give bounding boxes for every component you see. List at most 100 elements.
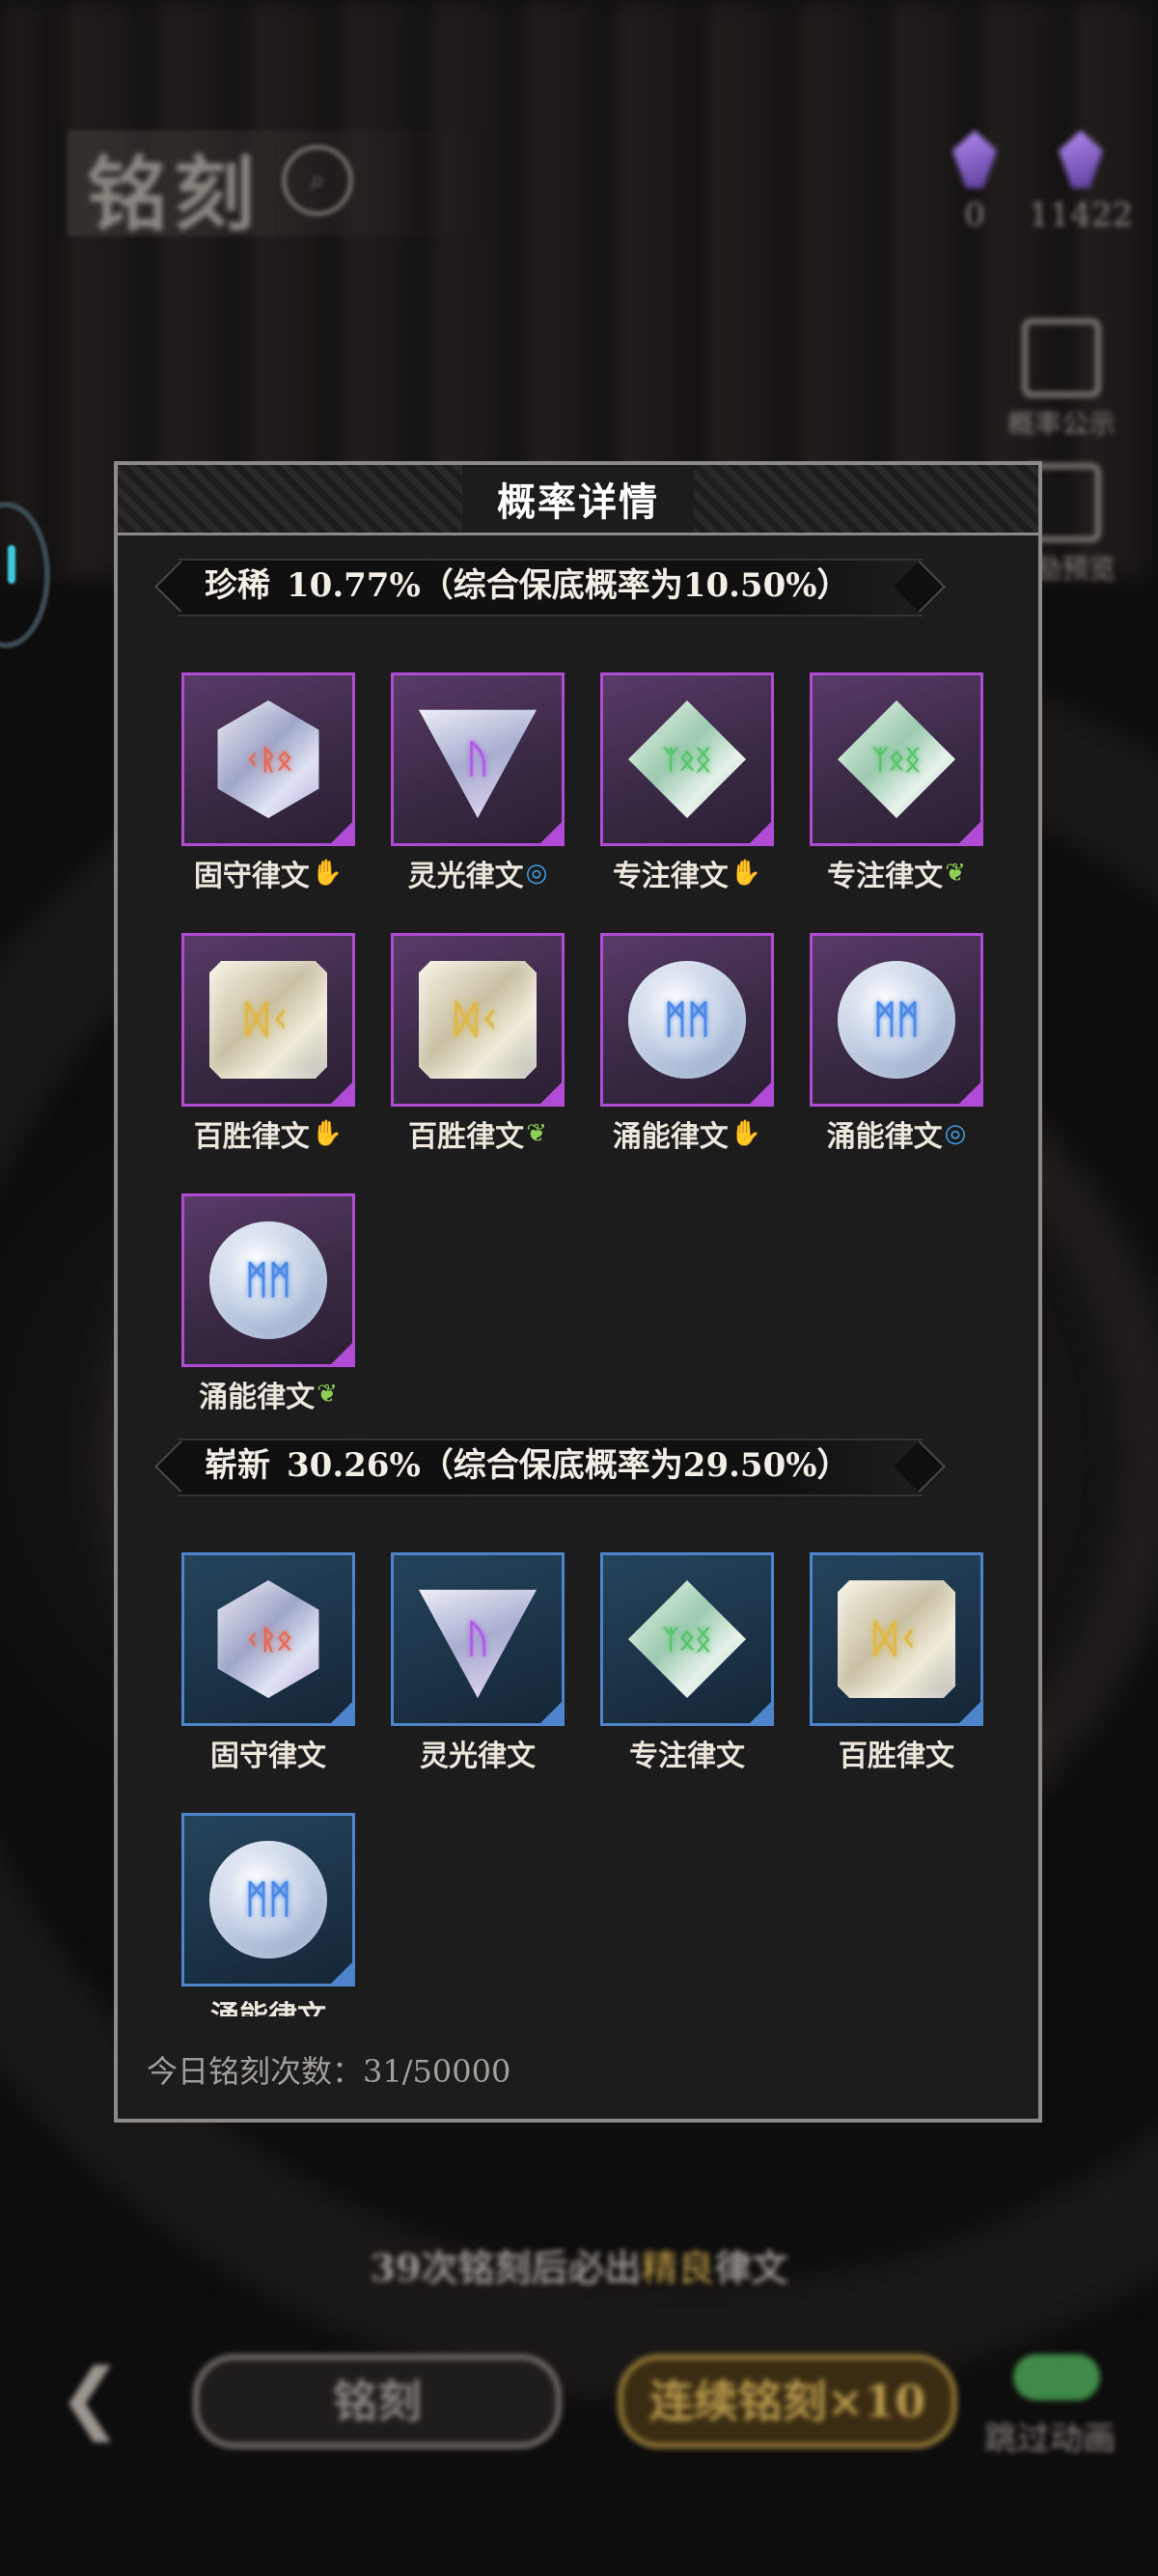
probability-board-icon xyxy=(1022,318,1101,397)
probability-board-button[interactable]: 概率公示 xyxy=(999,318,1124,442)
daily-engrave-count: 今日铭刻次数：31/50000 xyxy=(147,2047,510,2092)
rune-label: 百胜律文 ❦ xyxy=(391,1112,565,1155)
rune-tile: ᛉᛟᛝ xyxy=(600,1552,774,1726)
rune-diamond-gem-icon: ᛉᛟᛝ xyxy=(628,700,746,818)
rune-card[interactable]: ᛗᛗ 涌能律文 ❦ xyxy=(181,1193,355,1415)
rune-glyph: ᛉᛟᛝ xyxy=(871,743,922,776)
rune-card[interactable]: ᛉᛟᛝ 专注律文 ❦ xyxy=(810,672,983,894)
rune-name: 涌能律文 xyxy=(199,1381,316,1414)
rune-glyph: ᛉᛟᛝ xyxy=(662,1623,712,1656)
fire-attribute-icon: ✋ xyxy=(311,1119,344,1148)
rune-card[interactable]: ᚲᚱᛟ 固守律文 xyxy=(181,1552,355,1774)
rune-label: 百胜律文 xyxy=(810,1732,983,1774)
rune-tile: ᛗᛗ xyxy=(810,933,983,1107)
rune-name: 百胜律文 xyxy=(408,1120,525,1154)
rune-circle-gem-icon: ᛗᛗ xyxy=(209,1841,327,1959)
rarity-name: 崭新 xyxy=(205,1446,270,1485)
rune-label: 专注律文 ❦ xyxy=(810,852,983,894)
rune-circle-gem-icon: ᛗᛗ xyxy=(628,961,746,1079)
rarity-name: 珍稀 xyxy=(205,566,270,605)
rarity-rate: 30.26% xyxy=(287,1446,421,1485)
rune-circle-gem-icon: ᛗᛗ xyxy=(838,961,955,1079)
skip-animation-toggle[interactable] xyxy=(1013,2354,1100,2400)
page-title: 铭刻 xyxy=(87,147,262,242)
rune-tile: ᚲᚱᛟ xyxy=(181,1552,355,1726)
rune-name: 专注律文 xyxy=(827,860,944,893)
rune-tile: ᛉᛟᛝ xyxy=(600,672,774,846)
rune-card[interactable]: ᛉᛟᛝ 专注律文 ✋ xyxy=(600,672,774,894)
rune-name: 涌能律文 xyxy=(612,1120,729,1154)
rune-card[interactable]: ᚢ 灵光律文 xyxy=(391,1552,565,1774)
rune-label: 灵光律文 ◎ xyxy=(391,852,565,894)
rune-tile: ᛗᛗ xyxy=(600,933,774,1107)
rune-tile: ᚢ xyxy=(391,672,565,846)
rune-tile: ᛉᛟᛝ xyxy=(810,672,983,846)
rune-name: 百胜律文 xyxy=(839,1740,954,1773)
multi-engrave-button[interactable]: 连续铭刻×10 xyxy=(618,2354,957,2449)
rune-glyph: ᛗᛗ xyxy=(873,998,920,1042)
left-edge-glow xyxy=(8,545,15,584)
currency-violet-crystal[interactable]: 11422 xyxy=(1028,130,1134,234)
wind-attribute-icon: ❦ xyxy=(945,859,966,888)
rune-name: 灵光律文 xyxy=(420,1740,536,1773)
rune-name: 专注律文 xyxy=(629,1740,745,1773)
water-attribute-icon: ◎ xyxy=(944,1119,967,1148)
dialog-footer: 今日铭刻次数：31/50000 xyxy=(118,2020,1038,2119)
side-button-label: 概率公示 xyxy=(1006,408,1116,440)
rune-label: 涌能律文 ✋ xyxy=(600,1112,774,1155)
probability-details-dialog: 概率详情 珍稀 10.77%（综合保底概率为10.50%） ᚲᚱᛟ 固守律文 ✋ ᚢ 灵光… xyxy=(114,461,1042,2123)
rune-glyph: ᚲᚱᛟ xyxy=(243,743,293,776)
rune-label: 专注律文 ✋ xyxy=(600,852,774,894)
top-bar: 铭刻 ⌕ 0 11422 xyxy=(0,0,1158,270)
rune-card[interactable]: ᛞᚲ 百胜律文 ✋ xyxy=(181,933,355,1155)
rarity-rate: 10.77% xyxy=(287,566,421,605)
rune-card[interactable]: ᚢ 灵光律文 ◎ xyxy=(391,672,565,894)
rune-card[interactable]: ᛞᚲ 百胜律文 ❦ xyxy=(391,933,565,1155)
wind-attribute-icon: ❦ xyxy=(526,1119,547,1148)
rune-name: 涌能律文 xyxy=(826,1120,943,1154)
rune-label: 涌能律文 ◎ xyxy=(810,1112,983,1155)
currency-crystal[interactable]: 0 xyxy=(922,130,1028,234)
rune-card[interactable]: ᛉᛟᛝ 专注律文 xyxy=(600,1552,774,1774)
rune-grid: ᚲᚱᛟ 固守律文 ✋ ᚢ 灵光律文 ◎ ᛉᛟᛝ 专注律文 ✋ ᛉᛟᛝ 专注律文 ❦ ᛞᚲ 百胜律文 ✋ ᛞᚲ 百… xyxy=(181,672,1038,1415)
rune-name: 灵光律文 xyxy=(407,860,524,893)
rune-circle-gem-icon: ᛗᛗ xyxy=(209,1221,327,1339)
rune-square-gem-icon: ᛞᚲ xyxy=(209,961,327,1079)
rune-tile: ᛗᛗ xyxy=(181,1813,355,1987)
guarantee-hint-suffix: 律文 xyxy=(714,2246,788,2289)
search-icon[interactable]: ⌕ xyxy=(282,145,353,216)
rune-glyph: ᚢ xyxy=(466,737,489,781)
daily-engrave-count-value: 31/50000 xyxy=(363,2053,511,2090)
rune-name: 百胜律文 xyxy=(193,1120,310,1154)
rune-card[interactable]: ᛗᛗ 涌能律文 ◎ xyxy=(810,933,983,1155)
rune-square-gem-icon: ᛞᚲ xyxy=(419,961,537,1079)
guarantee-hint-highlight: 精良 xyxy=(641,2247,715,2289)
rune-grid: ᚲᚱᛟ 固守律文 ᚢ 灵光律文 ᛉᛟᛝ 专注律文 ᛞᚲ 百胜律文 ᛗᛗ 涌能律文 xyxy=(181,1552,1038,2016)
rune-card[interactable]: ᚲᚱᛟ 固守律文 ✋ xyxy=(181,672,355,894)
probability-list[interactable]: 珍稀 10.77%（综合保底概率为10.50%） ᚲᚱᛟ 固守律文 ✋ ᚢ 灵光律文 ◎ ᛉᛟ… xyxy=(118,535,1038,2016)
rarity-header: 崭新 30.26%（综合保底概率为29.50%） xyxy=(154,1439,946,1496)
fire-attribute-icon: ✋ xyxy=(730,859,762,888)
rune-tile: ᚲᚱᛟ xyxy=(181,672,355,846)
rune-label: 专注律文 xyxy=(600,1732,774,1774)
guarantee-hint-prefix: 39次铭刻后必出 xyxy=(370,2246,642,2289)
currency-amount: 11422 xyxy=(1028,196,1134,234)
rarity-header: 珍稀 10.77%（综合保底概率为10.50%） xyxy=(154,559,946,617)
rune-card[interactable]: ᛞᚲ 百胜律文 xyxy=(810,1552,983,1774)
rune-name: 固守律文 xyxy=(193,860,310,893)
rune-diamond-gem-icon: ᛉᛟᛝ xyxy=(838,700,955,818)
rune-glyph: ᚲᚱᛟ xyxy=(243,1623,293,1656)
back-arrow-icon[interactable]: ❮ xyxy=(58,2359,154,2436)
rune-card[interactable]: ᛗᛗ 涌能律文 xyxy=(181,1813,355,2016)
rune-glyph: ᚢ xyxy=(466,1617,489,1661)
currency-amount: 0 xyxy=(964,196,985,234)
rune-glyph: ᛉᛟᛝ xyxy=(662,743,712,776)
daily-engrave-count-label: 今日铭刻次数： xyxy=(147,2053,364,2090)
rune-glyph: ᛗᛗ xyxy=(245,1258,291,1302)
rune-triangle-gem-icon: ᚢ xyxy=(419,709,537,818)
rune-glyph: ᛞᚲ xyxy=(455,998,501,1042)
single-engrave-button[interactable]: 铭刻 xyxy=(193,2354,562,2449)
rune-card[interactable]: ᛗᛗ 涌能律文 ✋ xyxy=(600,933,774,1155)
violet-crystal-icon xyxy=(1059,130,1103,188)
rune-glyph: ᛗᛗ xyxy=(664,998,710,1042)
